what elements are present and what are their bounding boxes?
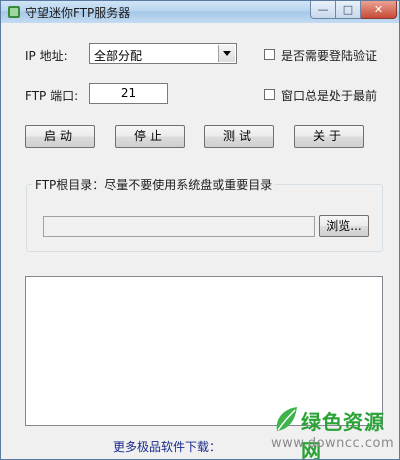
always-on-top-label: 窗口总是处于最前 xyxy=(281,89,378,103)
ip-select-value: 全部分配 xyxy=(94,49,143,63)
require-login-label: 是否需要登陆验证 xyxy=(281,49,378,63)
about-button[interactable]: 关于 xyxy=(294,125,364,148)
root-dir-path-field[interactable] xyxy=(43,216,315,237)
title-bar[interactable]: 守望迷你FTP服务器 — □ ✕ xyxy=(1,1,399,23)
ip-label: IP 地址: xyxy=(25,49,68,63)
stop-button[interactable]: 停止 xyxy=(115,125,185,148)
window-title: 守望迷你FTP服务器 xyxy=(25,6,131,20)
ip-select[interactable]: 全部分配 xyxy=(89,43,237,64)
browse-button[interactable]: 浏览... xyxy=(319,215,369,237)
log-output-area[interactable] xyxy=(25,276,383,426)
root-dir-group-title: FTP根目录：尽量不要使用系统盘或重要目录 xyxy=(32,176,276,193)
require-login-checkbox[interactable] xyxy=(264,49,275,60)
chevron-down-icon xyxy=(223,51,231,56)
leaf-logo-icon xyxy=(276,407,297,431)
start-button[interactable]: 启动 xyxy=(25,125,95,148)
app-window: 守望迷你FTP服务器 — □ ✕ IP 地址: 全部分配 是否需要登陆验证 FT… xyxy=(0,0,400,460)
minimize-button[interactable]: — xyxy=(310,1,336,19)
watermark-url: www.downcc.com xyxy=(271,436,395,451)
close-button[interactable]: ✕ xyxy=(361,1,397,19)
more-software-link[interactable]: 更多极品软件下载： xyxy=(113,438,221,455)
app-icon xyxy=(8,6,20,18)
always-on-top-checkbox[interactable] xyxy=(264,89,275,100)
ip-select-dropdown-button[interactable] xyxy=(218,45,235,62)
test-button[interactable]: 测试 xyxy=(204,125,274,148)
port-label: FTP 端口: xyxy=(25,89,79,103)
port-input[interactable]: 21 xyxy=(89,83,168,104)
watermark-site-name: 绿色资源网 xyxy=(301,410,385,460)
maximize-button[interactable]: □ xyxy=(336,1,361,19)
